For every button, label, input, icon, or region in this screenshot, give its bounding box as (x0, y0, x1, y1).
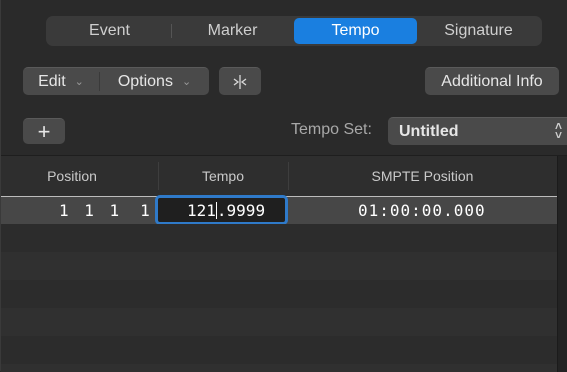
tab-tempo[interactable]: Tempo (294, 18, 417, 44)
empty-row (1, 336, 557, 364)
editor-tab-bar: Event Marker Tempo Signature (46, 16, 542, 46)
tab-event[interactable]: Event (48, 18, 171, 44)
tab-marker[interactable]: Marker (171, 18, 294, 44)
column-header-position[interactable]: Position (1, 156, 158, 196)
position-tick: 1 (140, 201, 153, 220)
chevron-down-icon: ⌄ (181, 76, 192, 88)
updown-chevron-icon: ˄ ˅ (554, 119, 562, 142)
tempo-text-after-caret: .9999 (216, 200, 266, 220)
vertical-scrollbar[interactable] (557, 156, 567, 372)
table-header: Position Tempo SMPTE Position (1, 156, 557, 196)
additional-info-label: Additional Info (441, 72, 543, 90)
smpte-cell[interactable]: 01:00:00.000 (358, 197, 486, 224)
catch-playhead-button[interactable] (219, 67, 261, 95)
empty-row (1, 308, 557, 336)
tempo-set-label: Tempo Set: (291, 121, 372, 138)
edit-menu-label: Edit (38, 72, 66, 90)
tempo-edit-field[interactable]: 121.9999 (155, 195, 288, 225)
edit-menu-button[interactable]: Edit ⌄ (23, 68, 99, 95)
column-header-tempo[interactable]: Tempo (158, 156, 288, 196)
options-menu-button[interactable]: Options ⌄ (100, 68, 209, 95)
position-bars: 1 1 1 (59, 201, 123, 220)
chevron-down-icon: ⌄ (74, 76, 84, 88)
additional-info-button[interactable]: Additional Info (425, 67, 559, 95)
plus-icon: + (37, 118, 51, 144)
tab-signature[interactable]: Signature (417, 18, 540, 44)
tempo-text-before-caret: 121 (187, 200, 216, 220)
edit-options-group: Edit ⌄ Options ⌄ (23, 67, 209, 95)
add-tempo-set-button[interactable]: + (23, 118, 65, 144)
column-header-smpte[interactable]: SMPTE Position (288, 156, 557, 196)
position-cell[interactable]: 1 1 1 1 (59, 197, 153, 224)
tempo-set-value: Untitled (399, 122, 459, 140)
empty-row (1, 224, 557, 252)
empty-row (1, 280, 557, 308)
tempo-list-editor: Event Marker Tempo Signature Edit ⌄ Opti… (0, 0, 567, 372)
tempo-set-select[interactable]: Untitled ˄ ˅ (388, 117, 567, 145)
tempo-table: Position Tempo SMPTE Position 1 1 1 1 01… (1, 155, 567, 372)
catch-playhead-icon (233, 74, 247, 89)
options-menu-label: Options (117, 72, 173, 90)
empty-row (1, 252, 557, 280)
